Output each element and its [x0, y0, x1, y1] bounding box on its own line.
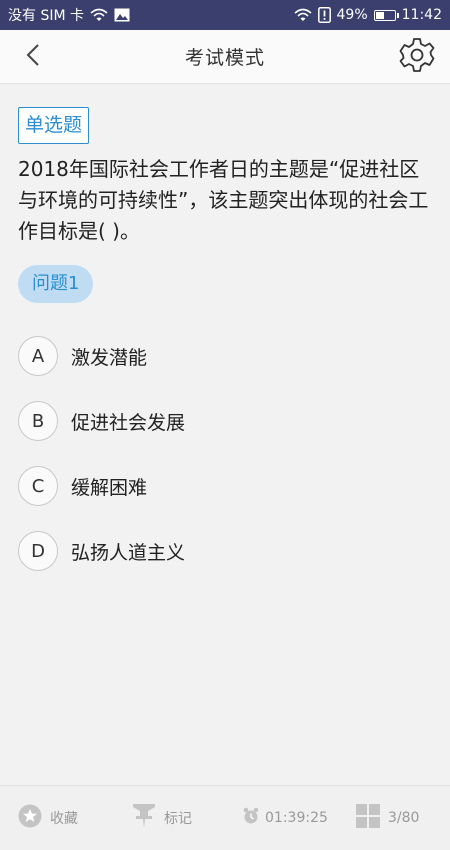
option-label: 弘扬人道主义 — [71, 541, 186, 564]
battery-percent: 49% — [336, 7, 368, 23]
option-b[interactable]: B 促进社会发展 — [18, 400, 438, 442]
option-c[interactable]: C 缓解困难 — [18, 465, 438, 507]
battery-icon — [373, 9, 399, 21]
wifi-icon — [293, 8, 312, 22]
settings-button[interactable] — [396, 36, 438, 78]
clock-time: 11:42 — [401, 7, 442, 23]
question-text: 2018年国际社会工作者日的主题是“促进社区与环境的可持续性”，该主题突出体现的… — [18, 157, 429, 243]
app-header: 考试模式 — [0, 30, 450, 84]
status-bar: 没有 SIM 卡 49% 11:42 — [0, 0, 450, 30]
bottom-toolbar: 收藏 标记 01:39:25 3/80 — [0, 785, 450, 850]
pin-icon — [132, 803, 156, 833]
mark-label: 标记 — [164, 811, 192, 827]
image-icon — [114, 8, 130, 22]
answer-sheet-button[interactable]: 3/80 — [356, 786, 419, 850]
status-right: 49% 11:42 — [293, 7, 442, 23]
option-label: 促进社会发展 — [71, 411, 186, 434]
grid-icon — [356, 804, 380, 832]
favorite-label: 收藏 — [50, 811, 78, 827]
option-letter-circle: D — [18, 531, 58, 571]
alert-icon — [317, 7, 331, 23]
alarm-clock-icon — [243, 807, 259, 829]
carrier-text: 没有 SIM 卡 — [8, 8, 84, 24]
star-icon — [18, 804, 42, 832]
progress-text: 3/80 — [388, 810, 420, 826]
status-left: 没有 SIM 卡 — [8, 5, 130, 25]
question-number-chip: 问题1 — [18, 265, 94, 303]
option-a[interactable]: A 激发潜能 — [18, 335, 438, 377]
battery-fill — [375, 11, 384, 19]
option-label: 缓解困难 — [71, 476, 148, 499]
wifi-icon — [90, 8, 108, 22]
page-title: 考试模式 — [184, 47, 265, 69]
option-letter-circle: A — [18, 336, 58, 376]
question-type-badge: 单选题 — [18, 107, 90, 144]
chevron-left-icon — [26, 43, 40, 71]
question-area: 单选题 2018年国际社会工作者日的主题是“促进社区与环境的可持续性”，该主题突… — [0, 84, 450, 784]
favorite-button[interactable]: 收藏 — [18, 786, 78, 850]
back-button[interactable] — [14, 38, 52, 76]
option-d[interactable]: D 弘扬人道主义 — [18, 530, 438, 572]
option-label: 激发潜能 — [71, 346, 148, 369]
option-letter-circle: B — [18, 401, 58, 441]
gear-icon — [399, 37, 435, 77]
timer-display: 01:39:25 — [243, 786, 328, 850]
timer-text: 01:39:25 — [265, 810, 328, 826]
option-letter-circle: C — [18, 466, 58, 506]
mark-button[interactable]: 标记 — [132, 786, 192, 850]
